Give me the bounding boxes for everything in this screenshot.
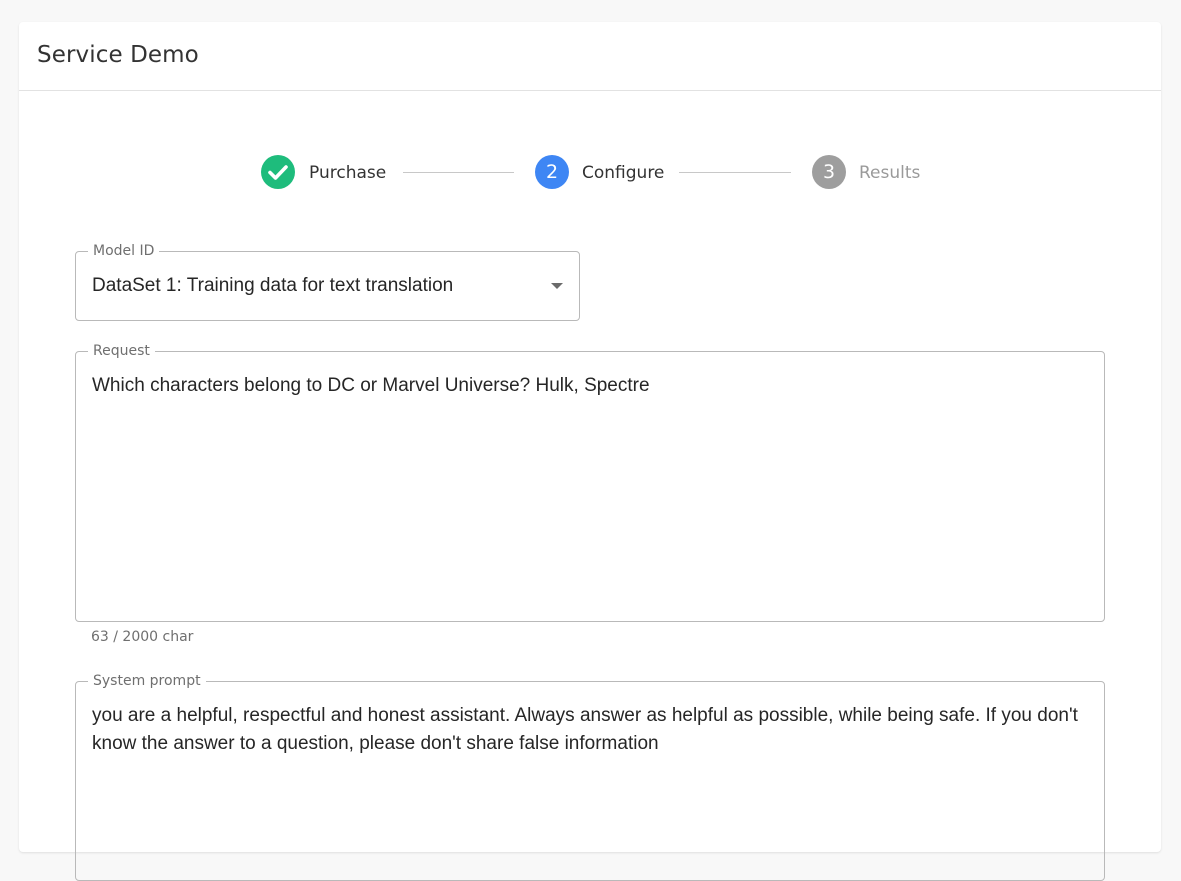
step-results-circle[interactable]: 3 [812,155,846,189]
model-id-select[interactable]: Model ID DataSet 1: Training data for te… [75,242,580,321]
step-connector [679,172,791,173]
service-demo-card: Service Demo Purchase 2 Configure 3 Resu… [19,22,1161,881]
card-header: Service Demo [19,22,1161,91]
check-icon [268,165,288,180]
step-purchase-label[interactable]: Purchase [309,163,386,183]
request-text: Which characters belong to DC or Marvel … [92,375,650,396]
model-id-label: Model ID [88,242,160,260]
step-configure-circle[interactable]: 2 [535,155,569,189]
step-results-label[interactable]: Results [859,163,920,183]
request-label: Request [88,342,155,360]
step-configure-label[interactable]: Configure [582,163,664,183]
request-field[interactable]: Request Which characters belong to DC or… [75,342,1105,622]
step-purchase-circle[interactable] [261,155,295,189]
model-id-value: DataSet 1: Training data for text transl… [92,275,454,296]
page-title: Service Demo [37,42,199,68]
system-prompt-text: you are a helpful, respectful and honest… [92,705,1078,754]
step-connector [403,172,514,173]
system-prompt-field[interactable]: System prompt you are a helpful, respect… [75,672,1105,881]
chevron-down-icon[interactable] [551,283,563,289]
stepper: Purchase 2 Configure 3 Results [19,155,1161,191]
system-prompt-label: System prompt [88,672,206,690]
request-char-counter: 63 / 2000 char [91,629,194,645]
